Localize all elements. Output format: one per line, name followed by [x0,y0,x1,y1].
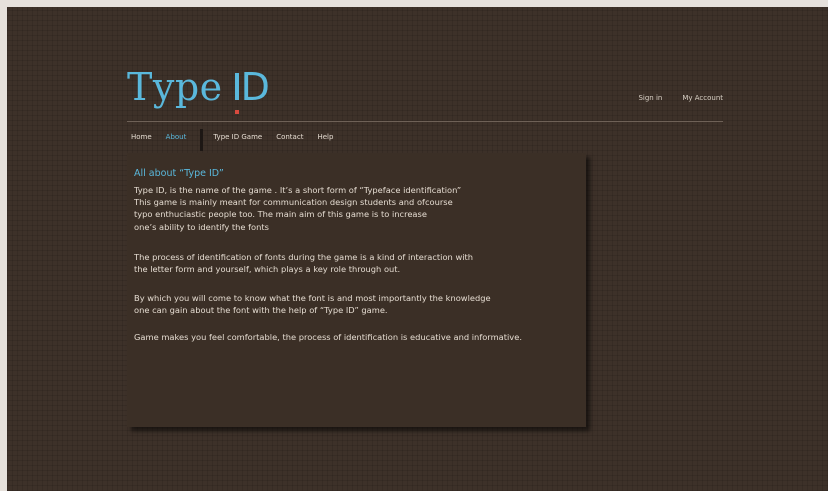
logo-d-letter: D [240,65,271,109]
site-logo[interactable]: Type D [127,65,271,114]
paragraph-comfort: Game makes you feel comfortable, the pro… [134,332,522,342]
nav-help[interactable]: Help [317,133,333,151]
header-divider [127,121,723,122]
paragraph-intro: Type ID, is the name of the game . It’s … [134,185,462,232]
nav-contact[interactable]: Contact [276,133,303,151]
top-links: Sign in My Account [638,94,723,102]
sign-in-link[interactable]: Sign in [638,94,662,102]
logo-i-glyph [234,65,241,114]
logo-i-bar [234,73,239,100]
logo-word-type: Type [127,65,223,109]
my-account-link[interactable]: My Account [682,94,723,102]
nav-home[interactable]: Home [131,133,152,151]
content-panel: All about “Type ID” Type ID, is the name… [127,153,586,427]
paragraph-knowledge: By which you will come to know what the … [134,293,491,316]
logo-i-dot [234,110,239,114]
page-background: Type D Sign in My Account Home About Typ… [7,7,828,491]
nav-type-id-game[interactable]: Type ID Game [213,133,262,151]
nav-about[interactable]: About [166,133,187,151]
logo-id: D [234,65,271,114]
page-title: All about “Type ID” [134,168,224,179]
nav-active-marker [200,129,204,151]
paragraph-process: The process of identification of fonts d… [134,252,474,275]
main-nav: Home About Type ID Game Contact Help [131,129,347,151]
